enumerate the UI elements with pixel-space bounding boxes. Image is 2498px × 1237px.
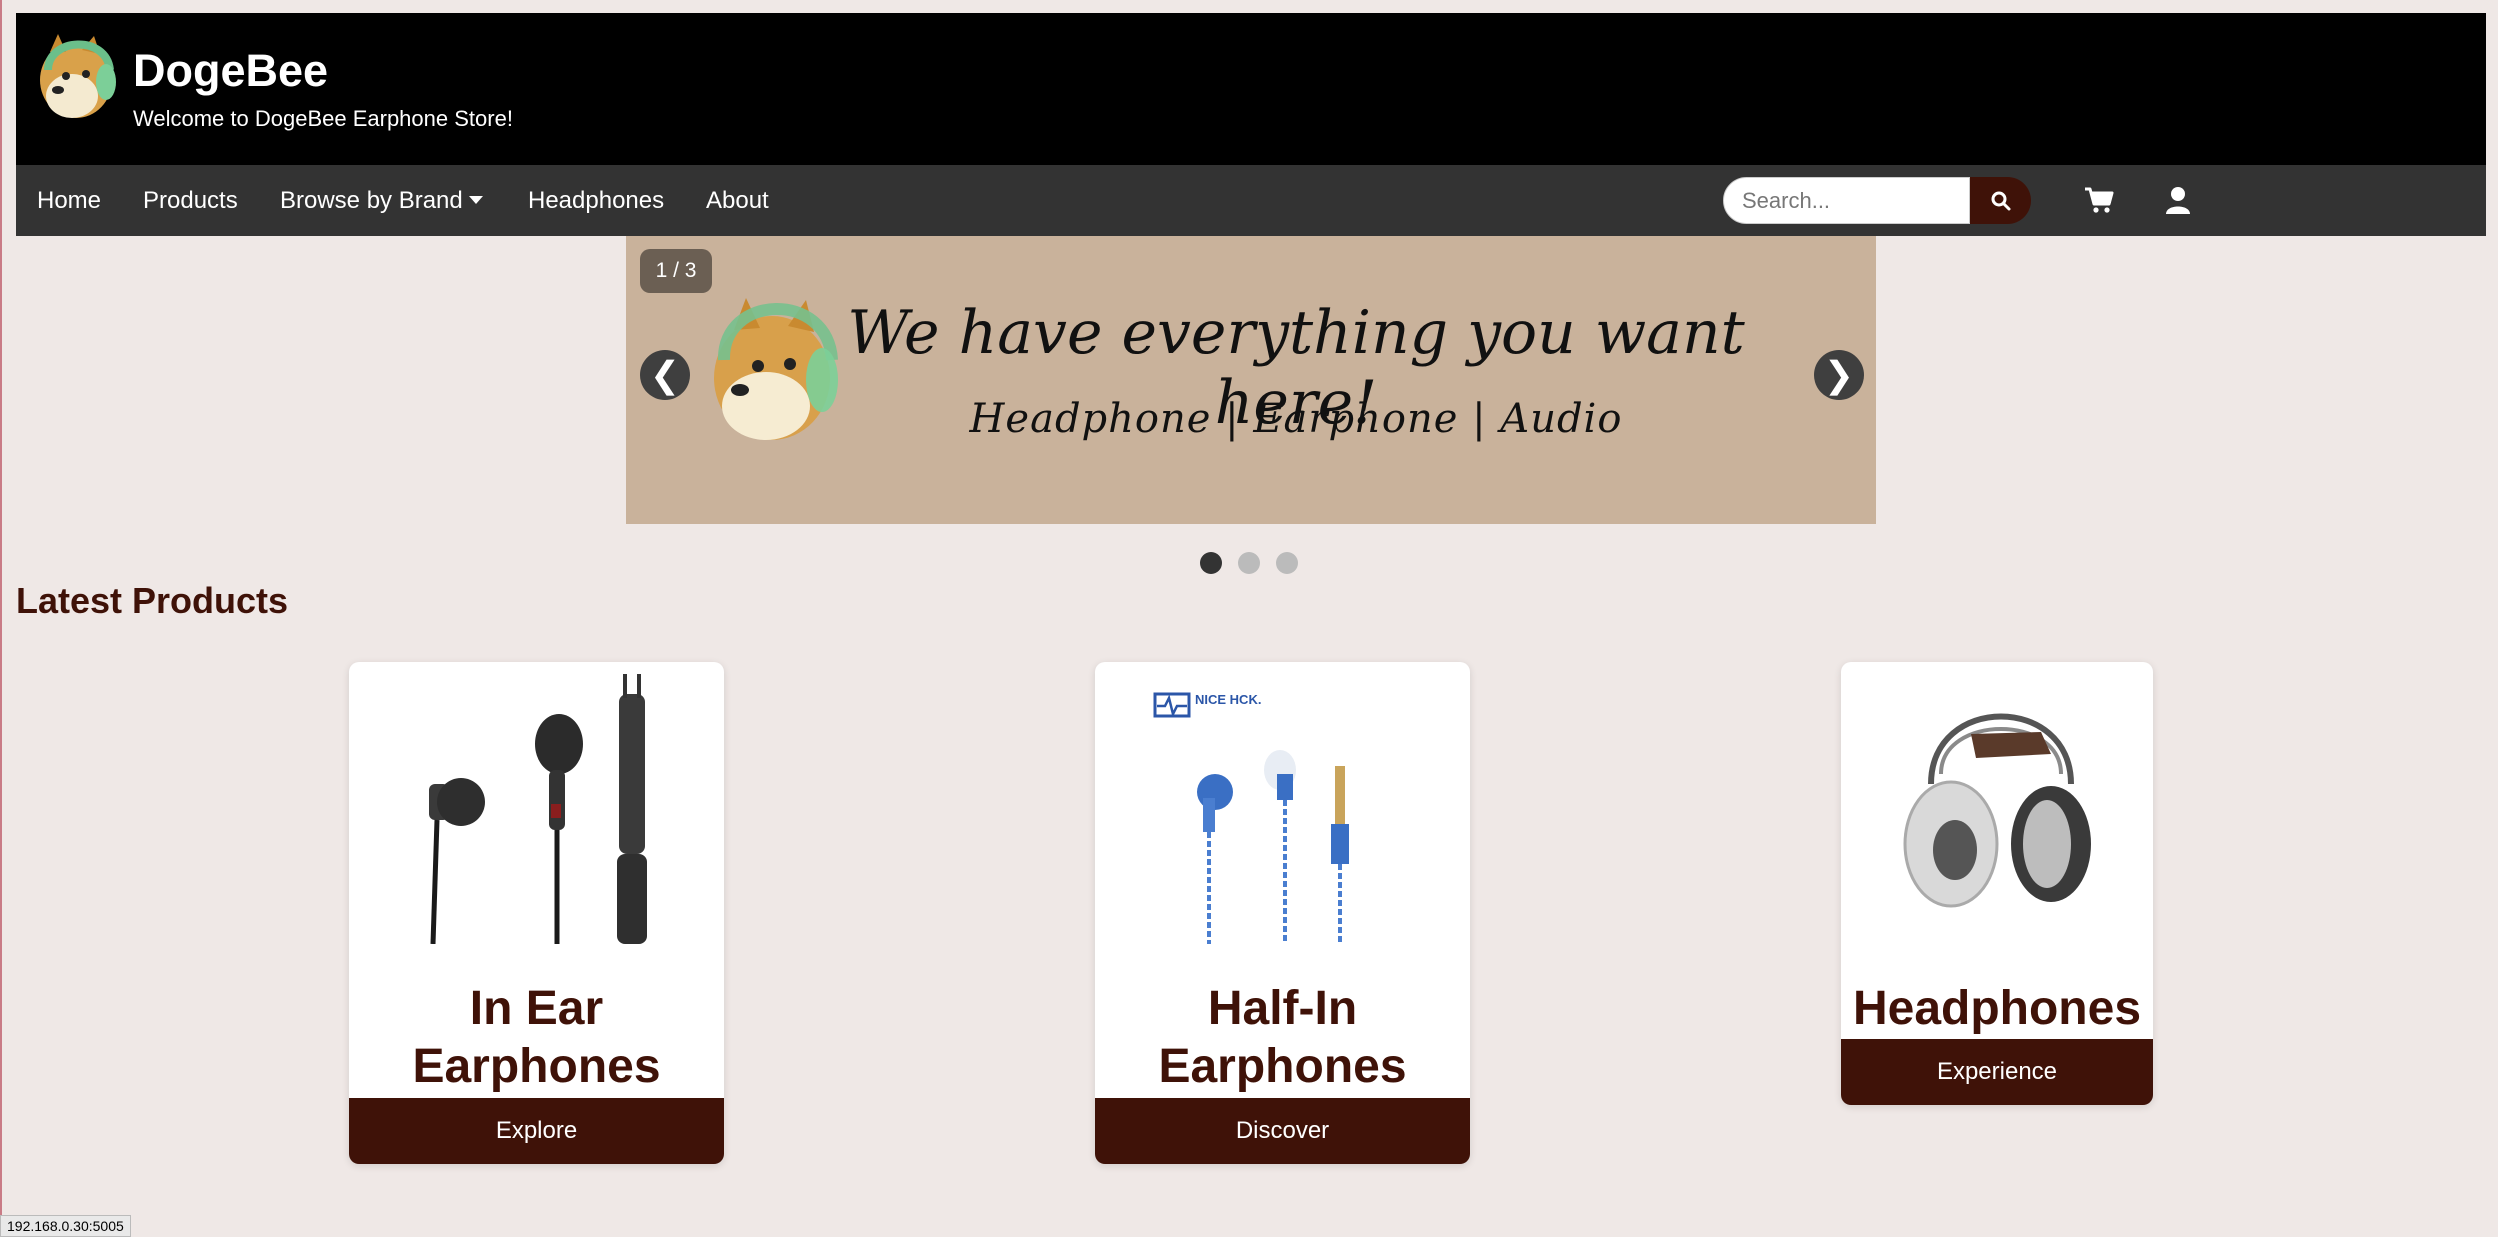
discover-button[interactable]: Discover	[1095, 1098, 1470, 1164]
headphones-image	[1903, 713, 2091, 908]
nav-browse-label: Browse by Brand	[280, 187, 463, 214]
nav-headphones[interactable]: Headphones	[528, 187, 664, 215]
search-button[interactable]	[1970, 177, 2031, 224]
cart-button[interactable]	[2082, 183, 2116, 217]
card-title-line2: Earphones	[1158, 1040, 1407, 1093]
cart-icon	[2085, 187, 2114, 213]
left-border	[0, 0, 2, 1235]
caret-down-icon	[468, 196, 483, 204]
carousel-dot-1[interactable]	[1200, 552, 1222, 574]
svg-text:NICE HCK.: NICE HCK.	[1195, 692, 1261, 707]
carousel-dot-3[interactable]	[1276, 552, 1298, 574]
search-input[interactable]	[1723, 177, 1970, 224]
hero-carousel: 1 / 3 ❮ We have everything you want here…	[626, 236, 1876, 524]
user-account-button[interactable]	[2161, 183, 2195, 217]
card-title: Headphones	[1852, 982, 2142, 1035]
site-title: DogeBee	[133, 45, 329, 96]
card-title-line2: Earphones	[412, 1040, 661, 1093]
product-card-half-in: NICE HCK. Half-In Earphones Discover	[1095, 662, 1470, 1164]
product-card-headphones: Headphones Experience	[1841, 662, 2153, 1105]
main-navbar: Home Products Browse by Brand Headphones…	[16, 165, 2486, 236]
site-subtitle: Welcome to DogeBee Earphone Store!	[133, 106, 513, 131]
latest-products-heading: Latest Products	[16, 580, 289, 621]
nav-about[interactable]: About	[706, 187, 769, 215]
carousel-subtext: Headphone | Earphone | Audio	[969, 396, 1623, 442]
slide-counter: 1 / 3	[640, 249, 712, 293]
explore-button[interactable]: Explore	[349, 1098, 724, 1164]
card-title-line1: In Ear	[469, 982, 604, 1035]
site-header: DogeBee Welcome to DogeBee Earphone Stor…	[16, 13, 2486, 165]
user-icon	[2166, 187, 2190, 214]
nav-products[interactable]: Products	[143, 187, 238, 215]
half-in-earphones-image: NICE HCK.	[1153, 692, 1349, 944]
nav-browse-by-brand[interactable]: Browse by Brand	[280, 187, 483, 215]
card-title-line1: Half-In	[1207, 982, 1358, 1035]
nav-home[interactable]: Home	[37, 187, 101, 215]
experience-button[interactable]: Experience	[1841, 1039, 2153, 1105]
status-url-bar: 192.168.0.30:5005	[0, 1215, 131, 1237]
carousel-prev-button[interactable]: ❮	[640, 350, 690, 400]
in-ear-earphones-image	[429, 674, 647, 944]
carousel-dot-2[interactable]	[1238, 552, 1260, 574]
doge-logo-icon	[40, 34, 116, 118]
carousel-next-button[interactable]: ❯	[1814, 350, 1864, 400]
product-card-in-ear: In Ear Earphones Explore	[349, 662, 724, 1164]
search-icon	[1991, 191, 2010, 210]
doge-mascot-icon	[714, 298, 838, 440]
